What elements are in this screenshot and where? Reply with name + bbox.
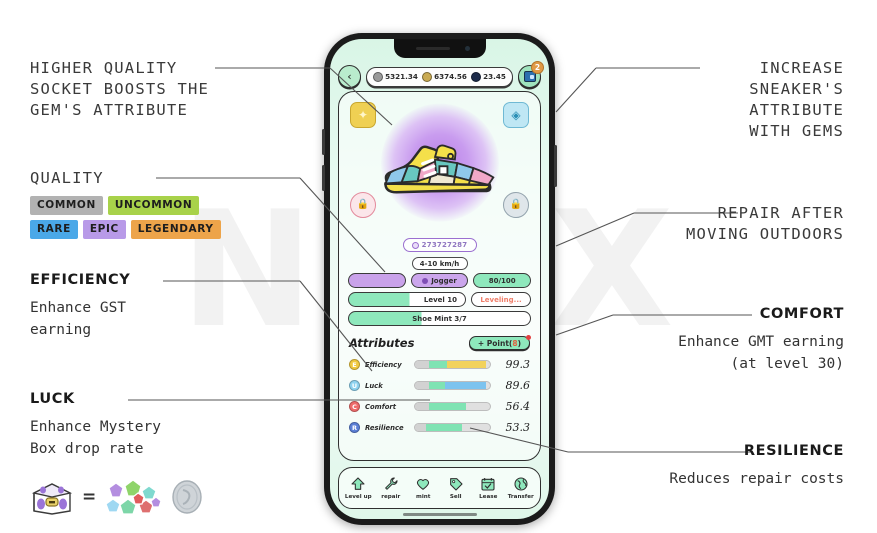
silver-coin-icon <box>172 480 202 514</box>
annotation-repair-line-2: MOVING OUTDOORS <box>686 225 844 243</box>
annotation-quality-title: QUALITY <box>30 169 104 187</box>
annotation-quality: QUALITY <box>30 168 104 189</box>
annotation-socket-line-1: HIGHER QUALITY <box>30 59 178 77</box>
annotation-repair: REPAIR AFTER MOVING OUTDOORS <box>624 203 844 245</box>
annotation-repair-line-1: REPAIR AFTER <box>717 204 844 222</box>
chip-uncommon: UNCOMMON <box>107 196 200 215</box>
annotation-efficiency-title: EFFICIENCY <box>30 272 131 288</box>
annotation-gems: INCREASE SNEAKER'S ATTRIBUTE WITH GEMS <box>644 58 844 142</box>
annotation-gems-line-1: INCREASE <box>759 59 844 77</box>
annotation-resilience: RESILIENCE Reduces repair costs <box>584 443 844 490</box>
annotation-efficiency: EFFICIENCY Enhance GST earning <box>30 272 240 341</box>
quality-chip-row-1: COMMON UNCOMMON <box>30 196 240 215</box>
annotation-gems-line-3: ATTRIBUTE <box>749 101 844 119</box>
annotation-luck-body-1: Enhance Mystery <box>30 419 161 435</box>
chip-legendary: LEGENDARY <box>130 220 221 239</box>
annotation-comfort-body-1: Enhance GMT earning <box>678 334 844 350</box>
annotation-socket-line-3: GEM'S ATTRIBUTE <box>30 101 188 119</box>
annotation-luck: LUCK Enhance Mystery Box drop rate <box>30 391 240 460</box>
quality-chip-legend: COMMON UNCOMMON RARE EPIC LEGENDARY <box>30 196 240 244</box>
chip-epic: EPIC <box>82 220 126 239</box>
annotation-resilience-body-1: Reduces repair costs <box>669 471 844 487</box>
annotation-comfort-body-2: (at level 30) <box>730 356 845 372</box>
annotation-resilience-title: RESILIENCE <box>743 443 844 459</box>
annotation-efficiency-body-1: Enhance GST <box>30 300 127 316</box>
annotation-luck-body-2: Box drop rate <box>30 441 144 457</box>
annotation-comfort: COMFORT Enhance GMT earning (at level 30… <box>594 306 844 375</box>
mystery-box-icon <box>31 483 73 515</box>
quality-chip-row-2: RARE EPIC LEGENDARY <box>30 220 240 239</box>
chip-common: COMMON <box>30 196 103 215</box>
annotation-socket-line-2: SOCKET BOOSTS THE <box>30 80 210 98</box>
annotation-efficiency-body-2: earning <box>30 322 92 338</box>
annotation-gems-line-4: WITH GEMS <box>749 122 844 140</box>
luck-formula: = <box>30 477 204 517</box>
equals-sign: = <box>82 487 97 507</box>
chip-rare: RARE <box>30 220 78 239</box>
annotation-gems-line-2: SNEAKER'S <box>749 80 844 98</box>
gem-cluster-icon <box>105 479 162 515</box>
screenshot-root: NFTX HIGHER QUALITY SOCKET BOOSTS THE GE… <box>0 0 877 533</box>
annotation-luck-title: LUCK <box>30 391 75 407</box>
annotation-comfort-title: COMFORT <box>759 306 844 322</box>
annotation-socket: HIGHER QUALITY SOCKET BOOSTS THE GEM'S A… <box>30 58 230 121</box>
